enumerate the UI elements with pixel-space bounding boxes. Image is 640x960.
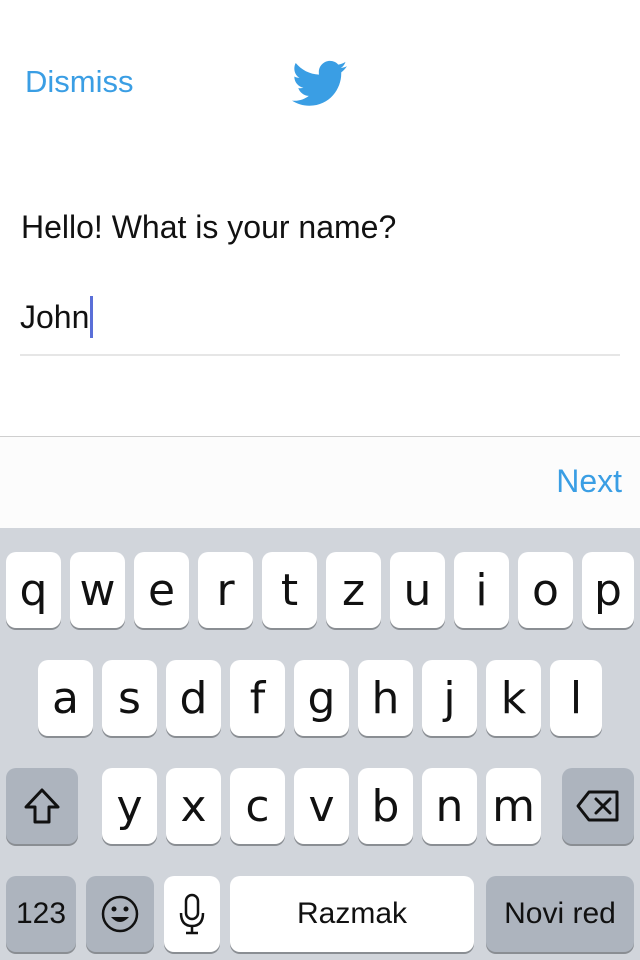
key-u[interactable]: u: [390, 552, 445, 628]
backspace-icon: [575, 789, 621, 823]
shift-icon: [22, 787, 62, 825]
key-t[interactable]: t: [262, 552, 317, 628]
twitter-bird-icon: [292, 60, 348, 108]
key-f[interactable]: f: [230, 660, 285, 736]
key-r[interactable]: r: [198, 552, 253, 628]
key-c[interactable]: c: [230, 768, 285, 844]
key-o[interactable]: o: [518, 552, 573, 628]
key-b[interactable]: b: [358, 768, 413, 844]
next-button[interactable]: Next: [556, 463, 622, 500]
name-question: Hello! What is your name?: [21, 209, 397, 245]
return-key[interactable]: Novi red: [486, 876, 634, 952]
key-w[interactable]: w: [70, 552, 125, 628]
emoji-key[interactable]: [86, 876, 154, 952]
microphone-icon: [178, 893, 206, 935]
keyboard: q w e r t z u i o p a s d f g h j k l y …: [0, 528, 640, 960]
key-j[interactable]: j: [422, 660, 477, 736]
key-d[interactable]: d: [166, 660, 221, 736]
key-v[interactable]: v: [294, 768, 349, 844]
name-input[interactable]: John: [20, 288, 620, 356]
key-i[interactable]: i: [454, 552, 509, 628]
header: Dismiss: [0, 0, 640, 170]
key-e[interactable]: e: [134, 552, 189, 628]
key-q[interactable]: q: [6, 552, 61, 628]
key-z[interactable]: z: [326, 552, 381, 628]
key-g[interactable]: g: [294, 660, 349, 736]
key-s[interactable]: s: [102, 660, 157, 736]
key-p[interactable]: p: [582, 552, 634, 628]
shift-key[interactable]: [6, 768, 78, 844]
key-k[interactable]: k: [486, 660, 541, 736]
key-l[interactable]: l: [550, 660, 602, 736]
key-y[interactable]: y: [102, 768, 157, 844]
key-m[interactable]: m: [486, 768, 541, 844]
numbers-key[interactable]: 123: [6, 876, 76, 952]
space-key[interactable]: Razmak: [230, 876, 474, 952]
backspace-key[interactable]: [562, 768, 634, 844]
key-x[interactable]: x: [166, 768, 221, 844]
key-h[interactable]: h: [358, 660, 413, 736]
text-caret: [90, 296, 94, 338]
emoji-icon: [100, 894, 140, 934]
input-accessory-bar: Next: [0, 436, 640, 528]
name-input-value: John: [20, 299, 90, 335]
dismiss-button[interactable]: Dismiss: [25, 64, 134, 100]
key-n[interactable]: n: [422, 768, 477, 844]
key-a[interactable]: a: [38, 660, 93, 736]
dictation-key[interactable]: [164, 876, 220, 952]
